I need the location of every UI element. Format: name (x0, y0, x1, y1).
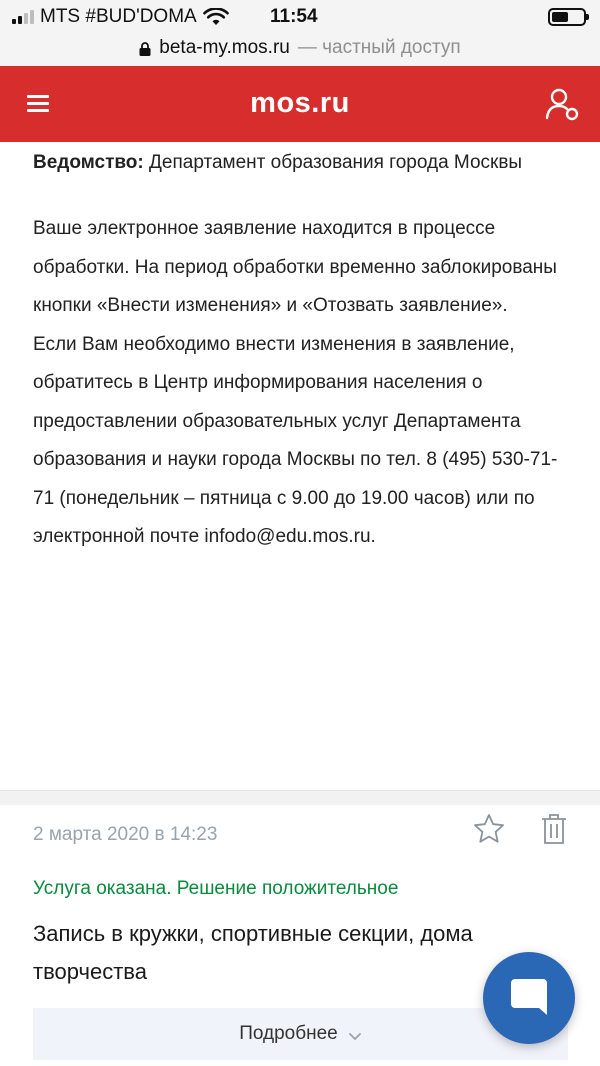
application-date: 2 марта 2020 в 14:23 (33, 824, 218, 845)
lock-icon (139, 42, 151, 56)
user-icon[interactable] (544, 86, 580, 122)
processing-message: Ваше электронное заявление находится в п… (33, 218, 558, 547)
chat-button[interactable] (483, 952, 575, 1044)
url-note: — частный доступ (297, 37, 461, 58)
carrier-name: MTS #BUD'DOMA (40, 6, 197, 27)
signal-icon (12, 10, 34, 24)
battery-icon (548, 8, 589, 26)
department-value: Департамент образования города Москвы (149, 152, 523, 173)
details-button-label: Подробнее (239, 1023, 338, 1044)
application-title[interactable]: Запись в кружки, спортивные секции, дома… (33, 915, 553, 991)
section-divider (0, 790, 600, 805)
chevron-down-icon (348, 1033, 361, 1041)
application-status: Услуга оказана. Решение положительное (33, 878, 399, 899)
wifi-icon (202, 8, 229, 25)
department-info: Ведомство: Департамент образования город… (33, 150, 573, 176)
site-logo[interactable]: mos.ru (0, 87, 600, 120)
site-header: mos.ru (0, 66, 600, 142)
department-label: Ведомство: (33, 152, 144, 173)
trash-icon[interactable] (539, 812, 569, 846)
url-bar[interactable]: beta-my.mos.ru — частный доступ (0, 30, 600, 66)
star-icon[interactable] (472, 812, 506, 846)
status-bar: MTS #BUD'DOMA 11:54 (0, 0, 600, 34)
status-bar-left: MTS #BUD'DOMA (12, 6, 229, 28)
clock: 11:54 (270, 6, 318, 27)
url-domain: beta-my.mos.ru (159, 37, 290, 58)
chat-icon (511, 979, 547, 1015)
main-content: Ведомство: Департамент образования город… (33, 150, 573, 557)
